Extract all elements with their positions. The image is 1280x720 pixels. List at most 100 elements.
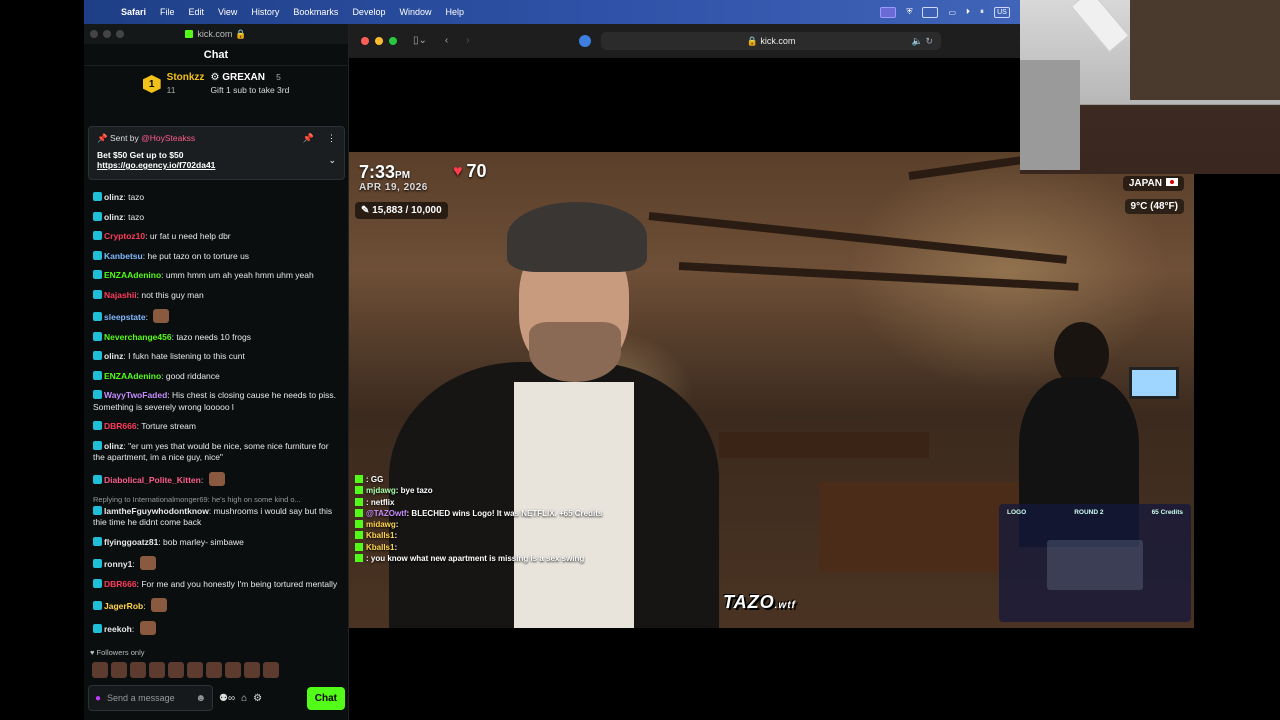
chat-username[interactable]: IamtheFguywhodontknow <box>104 506 209 516</box>
display-icon[interactable]: ▭ <box>948 8 956 17</box>
menu-edit[interactable]: Edit <box>182 7 212 17</box>
input-source-label[interactable]: US <box>994 6 1010 18</box>
kick-badge-icon <box>355 475 363 483</box>
emote-1[interactable] <box>92 662 108 678</box>
menu-safari[interactable]: Safari <box>114 7 153 17</box>
stream-video[interactable]: 7:33PM APR 19, 2026 ♥ 70 ✎ 15,883 / 10,00… <box>349 152 1194 628</box>
chat-message: Najashii: not this guy man <box>93 289 340 302</box>
overlay-chat-line: @TAZOwtf: BLECHED wins Logo! It was NETF… <box>355 508 615 519</box>
reload-icon[interactable]: ↻ <box>925 36 933 46</box>
browser-zoom-button[interactable] <box>389 37 397 45</box>
chat-username[interactable]: ronny1 <box>104 559 132 569</box>
chat-username[interactable]: reekoh <box>104 624 132 634</box>
mic-icon[interactable]: ● <box>95 693 101 704</box>
chat-text: good riddance <box>165 370 220 381</box>
menu-file[interactable]: File <box>153 7 182 17</box>
emoji-icon[interactable]: ☻ <box>195 693 206 704</box>
chat-username[interactable]: DBR666 <box>104 579 137 589</box>
chat-username[interactable]: ENZAAdenino <box>104 371 161 381</box>
send-chat-button[interactable]: Chat <box>306 686 345 710</box>
user-badge-icon <box>93 312 102 321</box>
overlay-chat-line: Kballs1: <box>355 530 615 541</box>
menu-view[interactable]: View <box>211 7 244 17</box>
menu-help[interactable]: Help <box>438 7 471 17</box>
keyboard-icon[interactable] <box>922 6 939 18</box>
kicks-icon[interactable]: ⚉∞ <box>219 693 235 704</box>
pinned-sender-name[interactable]: @HoySteakss <box>141 133 195 143</box>
game-panel-category: LOGO <box>1007 509 1027 516</box>
menu-develop[interactable]: Develop <box>345 7 392 17</box>
chat-username[interactable]: flyinggoatz81 <box>104 537 158 547</box>
minimize-window-button[interactable] <box>103 30 111 38</box>
browser-window-controls <box>361 37 397 45</box>
overlay-chat: : GG mjdawg: bye tazo: netflix @TAZOwtf: B… <box>355 474 615 564</box>
pinned-message[interactable]: 📌 Sent by @HoySteakss Bet $50 Get up to … <box>88 126 345 180</box>
chat-username[interactable]: DBR666 <box>104 421 137 431</box>
emote-4[interactable] <box>149 662 165 678</box>
screen-share-icon[interactable] <box>880 6 897 18</box>
emote-8[interactable] <box>225 662 241 678</box>
chat-username[interactable]: Cryptoz10 <box>104 231 145 241</box>
user-badge-icon <box>93 331 102 341</box>
menu-bookmarks[interactable]: Bookmarks <box>286 7 345 17</box>
gift-leaderboard[interactable]: 1 Stonkzz 11 ⚙ GREXAN 5 Gift 1 sub to ta… <box>84 66 348 102</box>
chevron-down-icon[interactable]: ⌄ <box>328 155 336 166</box>
emote-3[interactable] <box>130 662 146 678</box>
close-window-button[interactable] <box>90 30 98 38</box>
browser-close-button[interactable] <box>361 37 369 45</box>
chat-username[interactable]: sleepstate <box>104 312 146 322</box>
chat-username[interactable]: WayyTwoFaded <box>104 390 167 400</box>
chat-message: DBR666: For me and you honestly I'm bein… <box>93 578 340 591</box>
chat-username[interactable]: olinz <box>104 212 123 222</box>
pin-icon[interactable]: 📌 <box>303 133 314 144</box>
zoom-window-button[interactable] <box>116 30 124 38</box>
emote-7[interactable] <box>206 662 222 678</box>
shield-icon[interactable]: ⛨ <box>906 7 912 17</box>
more-options-icon[interactable]: ⋮ <box>327 133 336 144</box>
audio-icon[interactable]: 🔈 <box>912 36 923 46</box>
menu-history[interactable]: History <box>244 7 286 17</box>
emote-2[interactable] <box>111 662 127 678</box>
privacy-shield-icon[interactable] <box>579 35 591 47</box>
sidebar-toggle-icon[interactable]: ▯⌄ <box>413 35 427 46</box>
overlay-chat-line: mjdawg: bye tazo <box>355 485 615 496</box>
emote-9[interactable] <box>244 662 260 678</box>
overlay-game-panel: LOGO ROUND 2 65 Credits <box>999 504 1191 622</box>
forward-arrow-icon[interactable]: › <box>466 35 469 46</box>
pause-icon[interactable]: ⏸ <box>980 7 984 17</box>
ceiling-beam <box>678 262 1079 291</box>
overlay-date: APR 19, 2026 <box>359 182 428 193</box>
settings-gear-icon[interactable]: ⚙ <box>253 693 262 704</box>
chat-username[interactable]: ENZAAdenino <box>104 270 161 280</box>
chat-message-input[interactable]: ● Send a message ☻ <box>88 685 213 711</box>
emote-6[interactable] <box>187 662 203 678</box>
chat-text: ur fat u need help dbr <box>149 231 231 241</box>
menu-window[interactable]: Window <box>392 7 438 17</box>
chat-username[interactable]: Diabolical_Polite_Kitten <box>104 475 201 485</box>
address-bar[interactable]: 🔒 kick.com 🔈 ↻ <box>601 32 941 50</box>
pinned-link[interactable]: https://go.egency.io/f702da41 <box>97 160 336 170</box>
store-icon[interactable]: ⌂ <box>241 693 247 704</box>
japan-flag-icon <box>1166 178 1178 186</box>
chat-username[interactable]: Najashii <box>104 290 137 300</box>
window-controls <box>90 30 124 38</box>
chat-username[interactable]: olinz <box>104 441 123 451</box>
chat-username[interactable]: JagerRob <box>104 601 143 611</box>
back-arrow-icon[interactable]: ‹ <box>445 35 448 46</box>
chat-username[interactable]: olinz <box>104 351 123 361</box>
followers-only-notice: ♥ Followers only <box>90 648 145 657</box>
chat-window: kick.com 🔒 Chat 1 Stonkzz 11 ⚙ GREXAN 5 … <box>84 24 349 720</box>
emote-10[interactable] <box>263 662 279 678</box>
reply-context[interactable]: Replying to Internationalmonger69: he's … <box>93 494 340 506</box>
chat-message: reekoh: <box>93 620 340 636</box>
leaderboard-second-count: 5 <box>276 72 281 82</box>
chat-username[interactable]: Kanbetsu <box>104 251 143 261</box>
game-panel-round: ROUND 2 <box>1074 509 1104 516</box>
browser-minimize-button[interactable] <box>375 37 383 45</box>
chat-username[interactable]: Neverchange456 <box>104 332 172 342</box>
overlay-chat-user: mjdawg <box>366 486 396 496</box>
overlay-goal: ✎ 15,883 / 10,000 <box>355 202 448 219</box>
play-icon[interactable]: ⏵ <box>966 7 970 17</box>
emote-5[interactable] <box>168 662 184 678</box>
chat-username[interactable]: olinz <box>104 192 123 202</box>
